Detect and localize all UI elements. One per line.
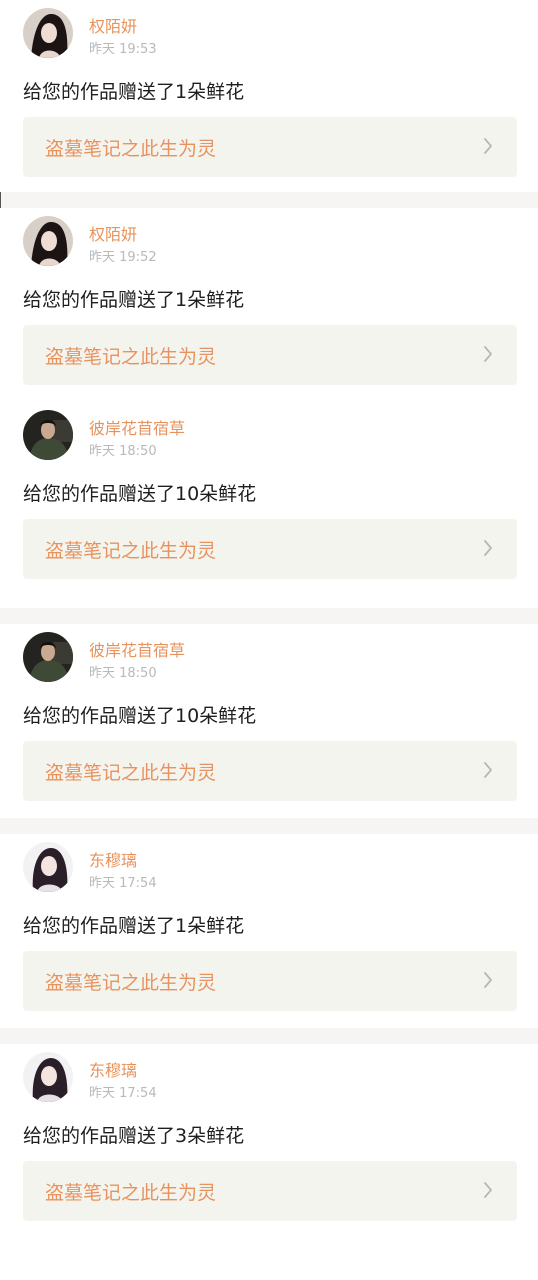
work-link[interactable]: 盗墓笔记之此生为灵	[23, 1161, 517, 1221]
divider	[0, 818, 538, 834]
work-title: 盗墓笔记之此生为灵	[45, 972, 217, 994]
notification-card: 权陌妍 昨天 19:53 给您的作品赠送了1朵鲜花 盗墓笔记之此生为灵	[0, 0, 538, 192]
divider	[0, 192, 538, 208]
chevron-right-icon	[484, 540, 492, 556]
chevron-right-icon	[484, 972, 492, 988]
notification-card: 彼岸花苜宿草 昨天 18:50 给您的作品赠送了10朵鲜花 盗墓笔记之此生为灵	[0, 624, 538, 818]
timestamp: 昨天 18:50	[89, 444, 157, 459]
work-link[interactable]: 盗墓笔记之此生为灵	[23, 741, 517, 801]
avatar[interactable]	[23, 216, 73, 266]
avatar[interactable]	[23, 842, 73, 892]
sender-name[interactable]: 彼岸花苜宿草	[89, 415, 185, 439]
work-link[interactable]: 盗墓笔记之此生为灵	[23, 519, 517, 579]
sender-name[interactable]: 东穆璃	[89, 847, 137, 871]
gift-message: 给您的作品赠送了3朵鲜花	[23, 1125, 245, 1147]
gift-message: 给您的作品赠送了1朵鲜花	[23, 81, 245, 103]
work-title: 盗墓笔记之此生为灵	[45, 540, 217, 562]
work-title: 盗墓笔记之此生为灵	[45, 346, 217, 368]
divider	[0, 1028, 538, 1044]
sender-name[interactable]: 权陌妍	[89, 221, 137, 245]
notification-card: 东穆璃 昨天 17:54 给您的作品赠送了1朵鲜花 盗墓笔记之此生为灵	[0, 834, 538, 1028]
divider	[0, 608, 538, 624]
sender-name[interactable]: 彼岸花苜宿草	[89, 637, 185, 661]
avatar[interactable]	[23, 8, 73, 58]
timestamp: 昨天 19:52	[89, 250, 157, 265]
chevron-right-icon	[484, 762, 492, 778]
chevron-right-icon	[484, 346, 492, 362]
work-title: 盗墓笔记之此生为灵	[45, 762, 217, 784]
notification-card: 彼岸花苜宿草 昨天 18:50 给您的作品赠送了10朵鲜花 盗墓笔记之此生为灵	[0, 402, 538, 608]
work-link[interactable]: 盗墓笔记之此生为灵	[23, 951, 517, 1011]
notification-card: 东穆璃 昨天 17:54 给您的作品赠送了3朵鲜花 盗墓笔记之此生为灵	[0, 1044, 538, 1238]
sender-name[interactable]: 权陌妍	[89, 13, 137, 37]
timestamp: 昨天 18:50	[89, 666, 157, 681]
timestamp: 昨天 17:54	[89, 876, 157, 891]
work-title: 盗墓笔记之此生为灵	[45, 1182, 217, 1204]
work-link[interactable]: 盗墓笔记之此生为灵	[23, 325, 517, 385]
chevron-right-icon	[484, 138, 492, 154]
avatar[interactable]	[23, 410, 73, 460]
timestamp: 昨天 17:54	[89, 1086, 157, 1101]
notification-feed: 权陌妍 昨天 19:53 给您的作品赠送了1朵鲜花 盗墓笔记之此生为灵 权陌妍 …	[0, 0, 538, 1280]
notification-card: 权陌妍 昨天 19:52 给您的作品赠送了1朵鲜花 盗墓笔记之此生为灵	[0, 208, 538, 402]
gift-message: 给您的作品赠送了10朵鲜花	[23, 483, 257, 505]
gift-message: 给您的作品赠送了1朵鲜花	[23, 289, 245, 311]
sender-name[interactable]: 东穆璃	[89, 1057, 137, 1081]
work-title: 盗墓笔记之此生为灵	[45, 138, 217, 160]
gift-message: 给您的作品赠送了10朵鲜花	[23, 705, 257, 727]
chevron-right-icon	[484, 1182, 492, 1198]
avatar[interactable]	[23, 1052, 73, 1102]
work-link[interactable]: 盗墓笔记之此生为灵	[23, 117, 517, 177]
avatar[interactable]	[23, 632, 73, 682]
timestamp: 昨天 19:53	[89, 42, 157, 57]
gift-message: 给您的作品赠送了1朵鲜花	[23, 915, 245, 937]
